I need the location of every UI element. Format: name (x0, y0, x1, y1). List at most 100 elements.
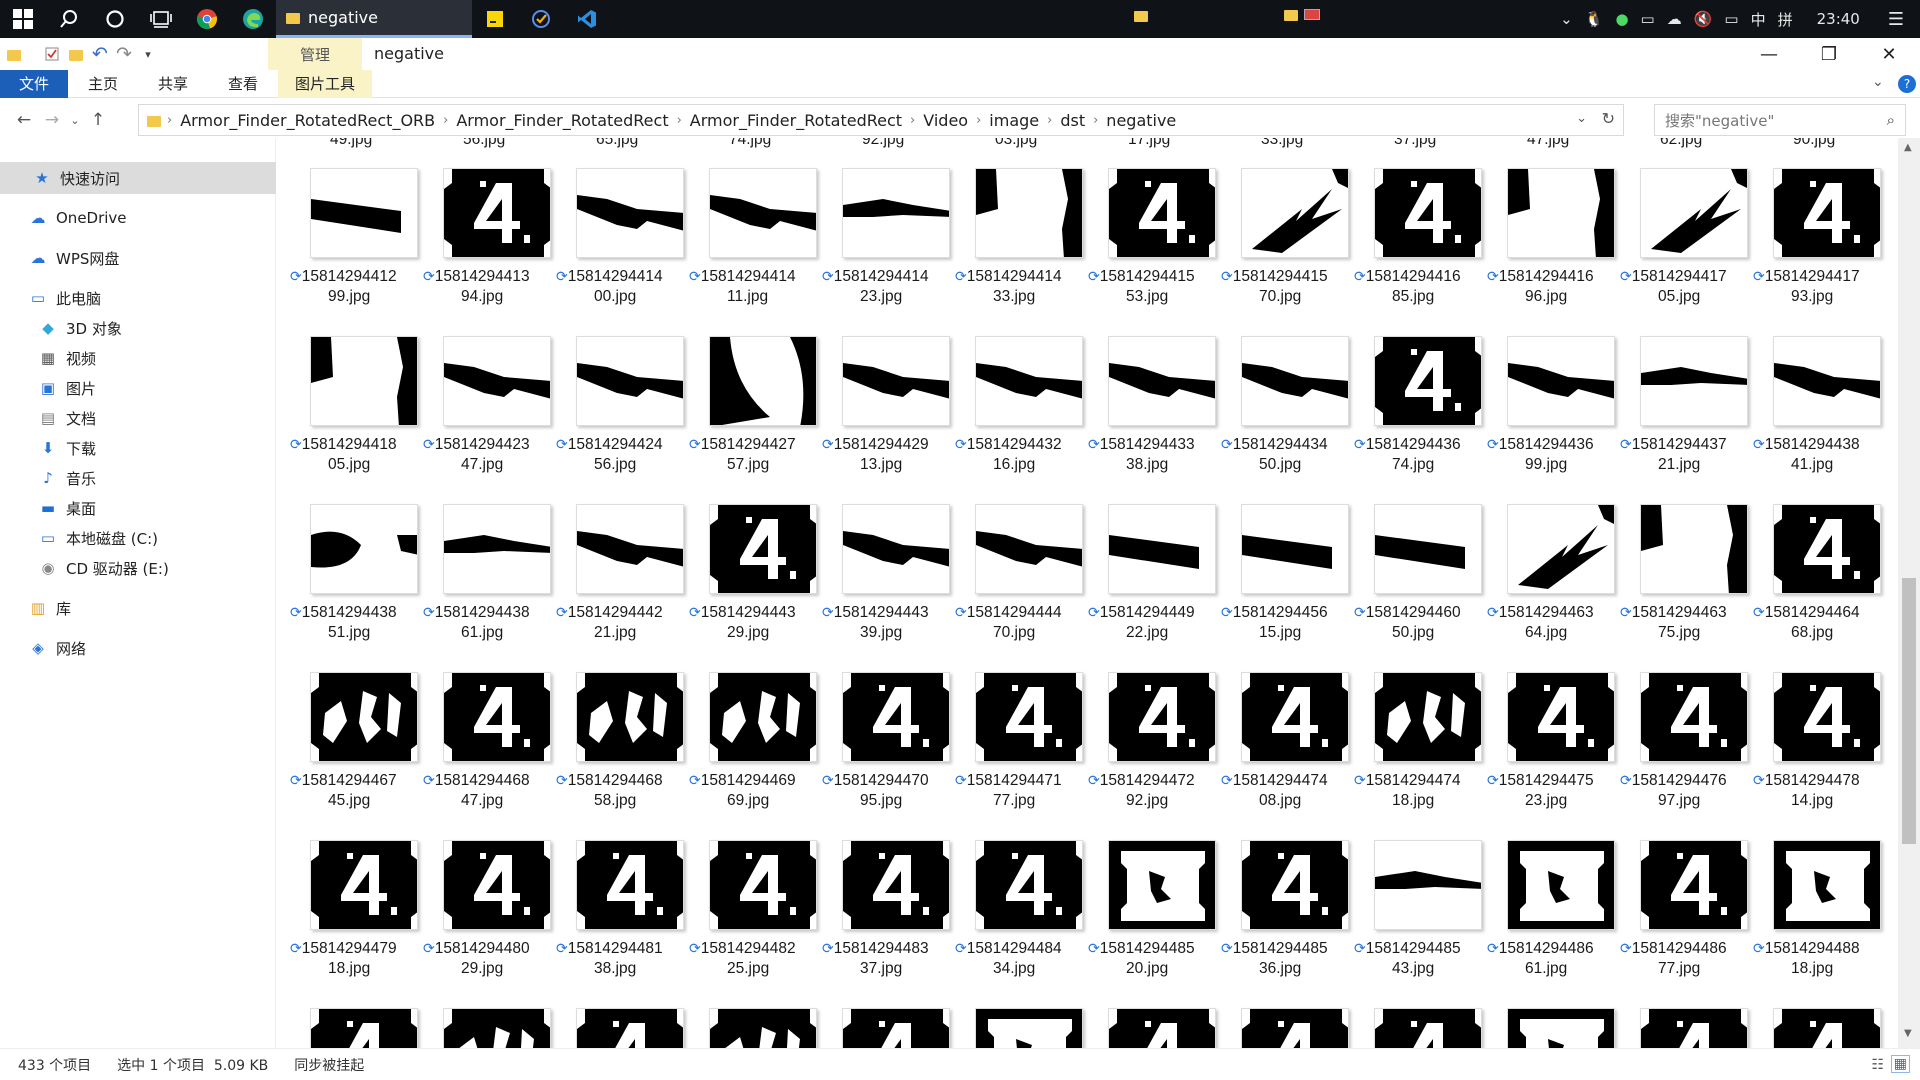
file-name[interactable]: ⟳15814294474 18.jpg (1354, 770, 1486, 811)
file-thumbnail[interactable] (842, 336, 950, 426)
file-name[interactable]: ⟳15814294472 92.jpg (1088, 770, 1220, 811)
file-tile[interactable]: ⟳15814294464 68.jpg (1753, 484, 1881, 648)
file-tile[interactable]: ⟳15814294475 23.jpg (1487, 652, 1615, 816)
file-tile[interactable]: ⟳15814294483 37.jpg (822, 820, 950, 984)
file-name[interactable]: ⟳15814294485 43.jpg (1354, 938, 1486, 979)
file-thumbnail-partial[interactable] (576, 1008, 684, 1048)
vscode-icon[interactable] (564, 0, 610, 38)
address-bar[interactable]: › Armor_Finder_RotatedRect_ORB › Armor_F… (138, 104, 1624, 136)
file-thumbnail[interactable] (1108, 672, 1216, 762)
file-name[interactable]: ⟳15814294463 75.jpg (1620, 602, 1752, 643)
file-name[interactable]: ⟳15814294456 15.jpg (1221, 602, 1353, 643)
file-tile[interactable]: ⟳15814294468 47.jpg (423, 652, 551, 816)
file-name[interactable]: ⟳15814294442 21.jpg (556, 602, 688, 643)
file-thumbnail[interactable] (1640, 336, 1748, 426)
file-thumbnail-partial[interactable] (1374, 1008, 1482, 1048)
file-name[interactable]: ⟳15814294437 21.jpg (1620, 434, 1752, 475)
maximize-icon[interactable]: ❐ (1806, 38, 1852, 70)
wechat-icon[interactable]: ● (1615, 10, 1628, 28)
file-tile[interactable]: ⟳15814294414 23.jpg (822, 148, 950, 312)
file-name[interactable]: ⟳15814294481 38.jpg (556, 938, 688, 979)
nav-libraries[interactable]: ▥ 库 (28, 594, 71, 622)
file-thumbnail[interactable] (443, 840, 551, 930)
file-name[interactable]: ⟳15814294449 22.jpg (1088, 602, 1220, 643)
file-name[interactable]: ⟳15814294436 99.jpg (1487, 434, 1619, 475)
file-thumbnail[interactable] (1108, 504, 1216, 594)
scroll-down-icon[interactable]: ▼ (1904, 1028, 1912, 1039)
file-thumbnail[interactable] (310, 504, 418, 594)
minimize-icon[interactable]: — (1746, 38, 1792, 70)
expand-ribbon-icon[interactable]: ⌄ (1872, 74, 1884, 90)
file-name[interactable]: ⟳15814294460 50.jpg (1354, 602, 1486, 643)
file-tile[interactable]: ⟳15814294416 85.jpg (1354, 148, 1482, 312)
file-name[interactable]: ⟳15814294413 94.jpg (423, 266, 555, 307)
file-thumbnail[interactable] (1241, 168, 1349, 258)
scrollbar-thumb[interactable] (1902, 578, 1916, 844)
file-thumbnail[interactable] (1773, 840, 1881, 930)
file-thumbnail[interactable] (576, 168, 684, 258)
file-thumbnail[interactable] (443, 672, 551, 762)
file-name[interactable]: ⟳15814294480 29.jpg (423, 938, 555, 979)
breadcrumb-item[interactable]: Armor_Finder_RotatedRect_ORB (174, 111, 441, 130)
file-tile[interactable]: ⟳15814294485 43.jpg (1354, 820, 1482, 984)
file-name[interactable]: ⟳15814294416 96.jpg (1487, 266, 1619, 307)
file-name[interactable]: ⟳15814294483 37.jpg (822, 938, 954, 979)
file-tile[interactable]: ⟳15814294468 58.jpg (556, 652, 684, 816)
file-thumbnail[interactable] (1640, 672, 1748, 762)
qq-icon[interactable]: 🐧 (1585, 10, 1604, 28)
file-thumbnail[interactable] (443, 504, 551, 594)
nav-onedrive[interactable]: ☁ OneDrive (28, 204, 127, 232)
file-thumbnail-partial[interactable] (842, 1008, 950, 1048)
customize-toolbar-icon[interactable]: ▾ (136, 42, 160, 66)
refresh-icon[interactable]: ↻ (1602, 109, 1615, 128)
file-tile[interactable]: ⟳15814294414 00.jpg (556, 148, 684, 312)
file-name[interactable]: ⟳15814294470 95.jpg (822, 770, 954, 811)
chrome-icon[interactable] (184, 0, 230, 38)
file-tile[interactable]: ⟳15814294424 56.jpg (556, 316, 684, 480)
file-name[interactable]: ⟳15814294434 50.jpg (1221, 434, 1353, 475)
file-name[interactable]: ⟳15814294485 36.jpg (1221, 938, 1353, 979)
file-thumbnail[interactable] (576, 504, 684, 594)
file-name[interactable]: ⟳15814294415 53.jpg (1088, 266, 1220, 307)
tab-picture-tools[interactable]: 图片工具 (278, 69, 373, 98)
ime-language[interactable]: 中 (1751, 9, 1766, 30)
file-thumbnail[interactable] (1773, 504, 1881, 594)
file-tile[interactable]: ⟳15814294413 94.jpg (423, 148, 551, 312)
file-thumbnail[interactable] (709, 840, 817, 930)
file-thumbnail[interactable] (1640, 504, 1748, 594)
file-name[interactable]: ⟳15814294443 39.jpg (822, 602, 954, 643)
redo-icon[interactable]: ↷ (112, 42, 136, 66)
close-icon[interactable]: ✕ (1866, 38, 1912, 70)
nav-local-disk-c[interactable]: ▭ 本地磁盘 (C:) (38, 524, 158, 552)
file-tile[interactable]: ⟳15814294432 16.jpg (955, 316, 1083, 480)
recent-locations-icon[interactable]: ⌄ (66, 106, 84, 134)
battery-icon[interactable]: ▭ (1724, 10, 1738, 28)
file-tile[interactable]: ⟳15814294417 93.jpg (1753, 148, 1881, 312)
file-thumbnail[interactable] (1773, 168, 1881, 258)
file-thumbnail[interactable] (842, 840, 950, 930)
file-tile[interactable]: ⟳15814294444 70.jpg (955, 484, 1083, 648)
file-name[interactable]: ⟳15814294436 74.jpg (1354, 434, 1486, 475)
back-icon[interactable]: ← (10, 106, 38, 134)
file-tile[interactable]: ⟳15814294436 99.jpg (1487, 316, 1615, 480)
file-tile[interactable]: ⟳15814294470 95.jpg (822, 652, 950, 816)
large-icons-view-icon[interactable]: ▦ (1890, 1055, 1910, 1073)
breadcrumb-item[interactable]: Video (917, 111, 974, 130)
file-thumbnail[interactable] (310, 168, 418, 258)
file-tile[interactable]: ⟳15814294443 29.jpg (689, 484, 817, 648)
breadcrumb-item[interactable]: image (983, 111, 1045, 130)
file-name[interactable]: ⟳15814294414 23.jpg (822, 266, 954, 307)
file-name[interactable]: ⟳15814294474 08.jpg (1221, 770, 1353, 811)
file-tile[interactable]: ⟳15814294449 22.jpg (1088, 484, 1216, 648)
edge-icon[interactable] (230, 0, 276, 38)
file-tile[interactable]: ⟳15814294414 11.jpg (689, 148, 817, 312)
nav-wps[interactable]: ☁ WPS网盘 (28, 244, 120, 272)
network-icon[interactable]: ▭ (1641, 10, 1655, 28)
file-name[interactable]: ⟳15814294463 64.jpg (1487, 602, 1619, 643)
nav-network[interactable]: ◈ 网络 (28, 634, 86, 662)
file-tile[interactable]: ⟳15814294463 64.jpg (1487, 484, 1615, 648)
file-thumbnail[interactable] (576, 840, 684, 930)
breadcrumb-item[interactable]: dst (1054, 111, 1091, 130)
search-icon[interactable] (46, 0, 92, 38)
file-name[interactable]: ⟳15814294438 41.jpg (1753, 434, 1885, 475)
